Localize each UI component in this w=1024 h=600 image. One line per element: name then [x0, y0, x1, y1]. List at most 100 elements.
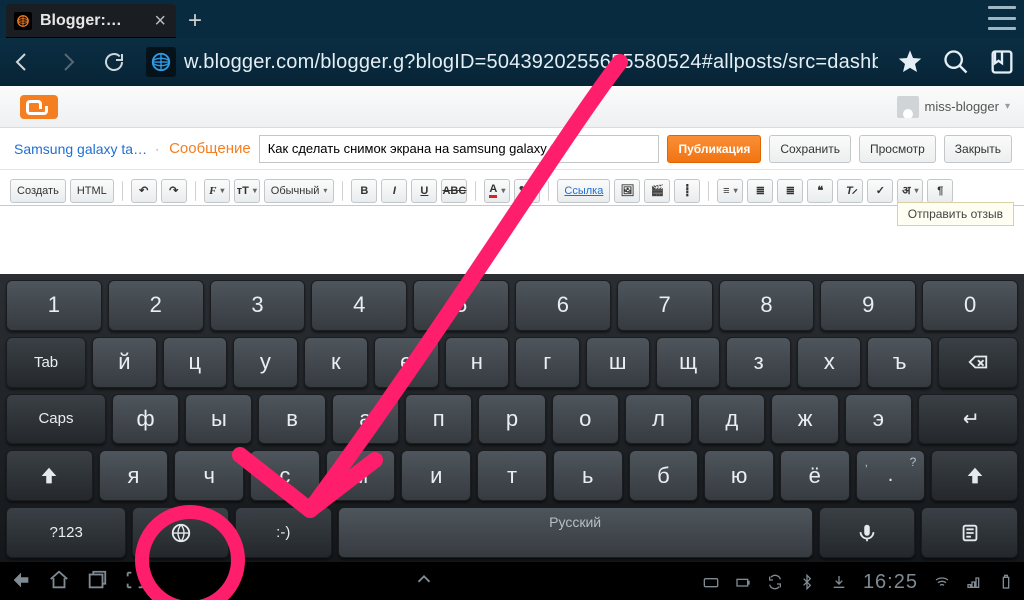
- preview-button[interactable]: Просмотр: [859, 135, 936, 163]
- key-0[interactable]: 0: [922, 280, 1018, 331]
- image-icon[interactable]: 🖼: [614, 179, 640, 203]
- key-д[interactable]: д: [698, 394, 765, 445]
- html-tab[interactable]: HTML: [70, 179, 114, 203]
- publish-button[interactable]: Публикация: [667, 135, 761, 163]
- key-з[interactable]: з: [726, 337, 790, 388]
- compose-tab[interactable]: Создать: [10, 179, 66, 203]
- highlight-icon[interactable]: ✎: [514, 179, 540, 203]
- key-ш[interactable]: ш: [586, 337, 650, 388]
- post-title-input[interactable]: [259, 135, 660, 163]
- key-ь[interactable]: ь: [553, 450, 623, 501]
- key-ц[interactable]: ц: [163, 337, 227, 388]
- underline-icon[interactable]: U: [411, 179, 437, 203]
- key-6[interactable]: 6: [515, 280, 611, 331]
- key-п[interactable]: п: [405, 394, 472, 445]
- key-ж[interactable]: ж: [771, 394, 838, 445]
- caps-key[interactable]: Caps: [6, 394, 106, 445]
- paragraph-style-dropdown[interactable]: Обычный: [264, 179, 335, 203]
- key-ч[interactable]: ч: [174, 450, 244, 501]
- menu-icon[interactable]: [988, 6, 1016, 30]
- list-number-icon[interactable]: ≣: [747, 179, 773, 203]
- link-button[interactable]: Ссылка: [557, 179, 610, 203]
- jump-break-icon[interactable]: ┋: [674, 179, 700, 203]
- key-н[interactable]: н: [445, 337, 509, 388]
- search-icon[interactable]: [942, 48, 970, 76]
- key-9[interactable]: 9: [820, 280, 916, 331]
- enter-key[interactable]: [918, 394, 1018, 445]
- align-icon[interactable]: ≡: [717, 179, 743, 203]
- key-у[interactable]: у: [233, 337, 297, 388]
- rtl-icon[interactable]: ¶: [927, 179, 953, 203]
- browser-tab[interactable]: Blogger:… ×: [6, 4, 176, 38]
- language-key[interactable]: [132, 507, 229, 558]
- key-б[interactable]: б: [629, 450, 699, 501]
- key-2[interactable]: 2: [108, 280, 204, 331]
- nav-back-icon[interactable]: [10, 569, 32, 596]
- settings-key[interactable]: [921, 507, 1018, 558]
- key-х[interactable]: х: [797, 337, 861, 388]
- remove-format-icon[interactable]: T̷: [837, 179, 863, 203]
- save-button[interactable]: Сохранить: [769, 135, 851, 163]
- key-е[interactable]: е: [374, 337, 438, 388]
- nav-home-icon[interactable]: [48, 569, 70, 596]
- transliterate-icon[interactable]: अ: [897, 179, 923, 203]
- key-м[interactable]: м: [326, 450, 396, 501]
- blogger-logo-icon[interactable]: [20, 95, 58, 119]
- tab-key[interactable]: Tab: [6, 337, 86, 388]
- profile-menu[interactable]: miss-blogger ▾: [897, 96, 1010, 118]
- bookmarks-icon[interactable]: [988, 48, 1016, 76]
- list-bullet-icon[interactable]: ≣: [777, 179, 803, 203]
- key-8[interactable]: 8: [719, 280, 815, 331]
- space-key[interactable]: Русский: [338, 507, 813, 558]
- bookmark-star-icon[interactable]: [896, 48, 924, 76]
- key-э[interactable]: э: [845, 394, 912, 445]
- new-tab-button[interactable]: +: [180, 6, 210, 36]
- close-tab-icon[interactable]: ×: [154, 10, 166, 33]
- shift-left-key[interactable]: [6, 450, 93, 501]
- font-size-dropdown[interactable]: тТ: [234, 179, 260, 203]
- reload-icon[interactable]: [100, 48, 128, 76]
- feedback-tooltip[interactable]: Отправить отзыв: [897, 202, 1014, 226]
- key-ф[interactable]: ф: [112, 394, 179, 445]
- key-с[interactable]: с: [250, 450, 320, 501]
- blog-name-link[interactable]: Samsung galaxy ta…: [14, 141, 147, 157]
- close-button[interactable]: Закрыть: [944, 135, 1012, 163]
- key-5[interactable]: 5: [413, 280, 509, 331]
- bold-icon[interactable]: B: [351, 179, 377, 203]
- key-и[interactable]: и: [401, 450, 471, 501]
- font-family-dropdown[interactable]: F: [204, 179, 230, 203]
- back-icon[interactable]: [8, 48, 36, 76]
- key-4[interactable]: 4: [311, 280, 407, 331]
- key-к[interactable]: к: [304, 337, 368, 388]
- key-в[interactable]: в: [258, 394, 325, 445]
- key-а[interactable]: а: [332, 394, 399, 445]
- nav-recent-icon[interactable]: [86, 569, 108, 596]
- editor-content[interactable]: [0, 206, 1024, 274]
- undo-icon[interactable]: ↶: [131, 179, 157, 203]
- voice-key[interactable]: [819, 507, 916, 558]
- shift-right-key[interactable]: [931, 450, 1018, 501]
- key-ё[interactable]: ё: [780, 450, 850, 501]
- redo-icon[interactable]: ↷: [161, 179, 187, 203]
- backspace-key[interactable]: [938, 337, 1018, 388]
- key-о[interactable]: о: [552, 394, 619, 445]
- key-й[interactable]: й: [92, 337, 156, 388]
- key-р[interactable]: р: [478, 394, 545, 445]
- key-ю[interactable]: ю: [704, 450, 774, 501]
- screenshot-icon[interactable]: [124, 569, 146, 596]
- text-color-icon[interactable]: A: [484, 179, 510, 203]
- video-icon[interactable]: 🎬: [644, 179, 670, 203]
- key-1[interactable]: 1: [6, 280, 102, 331]
- url-input[interactable]: [184, 51, 878, 74]
- strikethrough-icon[interactable]: ABC: [441, 179, 467, 203]
- quote-icon[interactable]: ❝: [807, 179, 833, 203]
- key-г[interactable]: г: [515, 337, 579, 388]
- key-я[interactable]: я: [99, 450, 169, 501]
- key-ы[interactable]: ы: [185, 394, 252, 445]
- expand-indicator-icon[interactable]: [413, 569, 435, 596]
- symbols-key[interactable]: ?123: [6, 507, 126, 558]
- emoji-key[interactable]: :-): [235, 507, 332, 558]
- spellcheck-icon[interactable]: ✓: [867, 179, 893, 203]
- key-т[interactable]: т: [477, 450, 547, 501]
- key-3[interactable]: 3: [210, 280, 306, 331]
